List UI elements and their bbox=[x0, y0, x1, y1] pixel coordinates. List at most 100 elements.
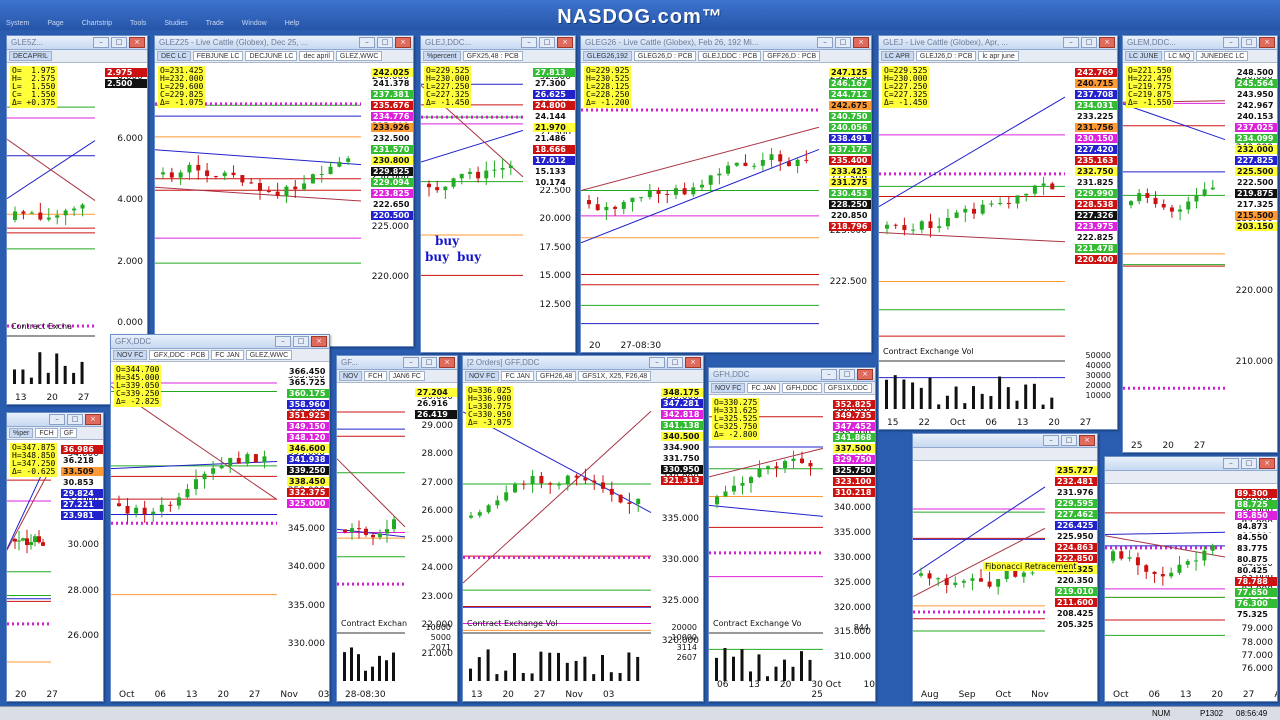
chart-tab[interactable]: JAN6 FC bbox=[388, 371, 425, 381]
chart-tab[interactable]: GLEJ26,D : PCB bbox=[915, 51, 977, 61]
maximize-button[interactable]: □ bbox=[67, 414, 83, 425]
maximize-button[interactable]: □ bbox=[835, 37, 851, 48]
chart-tab[interactable]: LC JUNE bbox=[1125, 51, 1163, 61]
chart-window-gfh[interactable]: GFH,DDC – □ × NOV FC FC JAN GFH,DDC GFS1X,DDC O=… bbox=[708, 367, 876, 702]
minimize-button[interactable]: – bbox=[403, 357, 419, 368]
chart-window-gff[interactable]: [2 Orders] GFF,DDC – □ × NOV FC FC JAN GFH26,4… bbox=[462, 355, 704, 702]
minimize-button[interactable]: – bbox=[359, 37, 375, 48]
chart-tab[interactable]: GFX25,48 : PCB bbox=[462, 51, 523, 61]
chart-tab[interactable]: NOV bbox=[339, 371, 363, 381]
candle-body bbox=[760, 160, 765, 166]
minimize-button[interactable]: – bbox=[1223, 458, 1239, 469]
chart-window-gfx[interactable]: GFX,DDC – □ × NOV FC GFX,DDC : PCB FC JAN GLEZ,… bbox=[110, 334, 330, 702]
minimize-button[interactable]: – bbox=[49, 414, 65, 425]
maximize-button[interactable]: □ bbox=[111, 37, 127, 48]
chart-tab[interactable]: GFX,DDC : PCB bbox=[149, 350, 210, 360]
chart-tab[interactable]: GFS1X,DDC bbox=[823, 383, 872, 393]
chart-tab[interactable]: FCH bbox=[364, 371, 387, 381]
chart-window-fch-89[interactable]: –□× 89.00088.00087.00086.00085.00084.0008… bbox=[1104, 456, 1278, 702]
minimize-button[interactable]: – bbox=[1063, 37, 1079, 48]
chart-tab[interactable]: GLEZ,WWC bbox=[335, 51, 383, 61]
chart-tab[interactable]: GFH,DDC bbox=[781, 383, 822, 393]
menu-item-page[interactable]: Page bbox=[47, 20, 63, 30]
candle-body bbox=[249, 182, 254, 184]
maximize-button[interactable]: □ bbox=[421, 357, 437, 368]
close-button[interactable]: × bbox=[685, 357, 701, 368]
chart-window-gleg26[interactable]: GLEG26 - Live Cattle (Globex), Feb 26, 1… bbox=[580, 35, 872, 353]
minimize-button[interactable]: – bbox=[649, 357, 665, 368]
chart-tab[interactable]: GFF26,D : PCB bbox=[763, 51, 821, 61]
chart-tab[interactable]: FCH bbox=[35, 428, 58, 438]
menu-item-help[interactable]: Help bbox=[285, 20, 299, 30]
chart-window-glem[interactable]: GLEM,DDC... – □ × LC JUNE LC MQ JUNEDEC LC O=22… bbox=[1122, 35, 1278, 453]
chart-window-glez25[interactable]: GLEZ25 - Live Cattle (Globex), Dec 25, .… bbox=[154, 35, 414, 347]
maximize-button[interactable]: □ bbox=[1241, 458, 1257, 469]
chart-tab[interactable]: NOV FC bbox=[465, 371, 500, 381]
chart-tab[interactable]: %per bbox=[9, 428, 34, 438]
chart-tab[interactable]: GLEG26,D : PCB bbox=[633, 51, 697, 61]
chart-tab[interactable]: LC APR bbox=[881, 51, 914, 61]
minimize-button[interactable]: – bbox=[817, 37, 833, 48]
close-button[interactable]: × bbox=[439, 357, 455, 368]
chart-tab[interactable]: DECAPRIL bbox=[9, 51, 53, 61]
chart-window-gf-jan6[interactable]: GF... – □ × NOV FCH JAN6 FC 30.000 29.000 28.000 2… bbox=[336, 355, 458, 702]
chart-tab[interactable]: GLEZ,WWC bbox=[245, 350, 293, 360]
minimize-button[interactable]: – bbox=[821, 369, 837, 380]
maximize-button[interactable]: □ bbox=[539, 37, 555, 48]
chart-tab[interactable]: lc apr june bbox=[978, 51, 1019, 61]
price-level-label: 238.491 bbox=[829, 134, 871, 143]
chart-tab[interactable]: GLEG26,192 bbox=[583, 51, 632, 61]
price-level-label: 237.025 bbox=[1235, 123, 1277, 132]
minimize-button[interactable]: – bbox=[1043, 435, 1059, 446]
maximize-button[interactable]: □ bbox=[1081, 37, 1097, 48]
close-button[interactable]: × bbox=[1099, 37, 1115, 48]
maximize-button[interactable]: □ bbox=[1241, 37, 1257, 48]
menu-item-chartstrip[interactable]: Chartstrip bbox=[82, 20, 112, 30]
menu-item-studies[interactable]: Studies bbox=[164, 20, 187, 30]
chart-tab[interactable]: NOV FC bbox=[711, 383, 746, 393]
close-button[interactable]: × bbox=[1079, 435, 1095, 446]
menu-item-window[interactable]: Window bbox=[242, 20, 267, 30]
chart-window-fch-percent[interactable]: – □ × %per FCH GF O=347.875 H=348.850 L=347.250 Δ… bbox=[6, 412, 104, 702]
maximize-button[interactable]: □ bbox=[839, 369, 855, 380]
chart-tab[interactable]: DEC LC bbox=[157, 51, 191, 61]
minimize-button[interactable]: – bbox=[275, 336, 291, 347]
chart-tab[interactable]: GLEJ,DDC : PCB bbox=[698, 51, 762, 61]
close-button[interactable]: × bbox=[853, 37, 869, 48]
close-button[interactable]: × bbox=[85, 414, 101, 425]
chart-tab[interactable]: JUNEDEC LC bbox=[1196, 51, 1249, 61]
minimize-button[interactable]: – bbox=[93, 37, 109, 48]
menu-item-system[interactable]: System bbox=[6, 20, 29, 30]
maximize-button[interactable]: □ bbox=[293, 336, 309, 347]
chart-tab[interactable]: NOV FC bbox=[113, 350, 148, 360]
close-button[interactable]: × bbox=[557, 37, 573, 48]
chart-tab[interactable]: FC JAN bbox=[211, 350, 244, 360]
maximize-button[interactable]: □ bbox=[377, 37, 393, 48]
chart-window-glej-apr[interactable]: GLEJ - Live Cattle (Globex), Apr, ... – □ ×… bbox=[878, 35, 1118, 430]
chart-tab[interactable]: GF bbox=[59, 428, 78, 438]
chart-window-glej-percent[interactable]: GLEJ,DDC... – □ × %percent GFX25,48 : PCB O=22… bbox=[420, 35, 576, 353]
chart-tab[interactable]: FEBJUNE LC bbox=[192, 51, 244, 61]
price-level-label: 83.775 bbox=[1235, 544, 1277, 553]
menu-item-tools[interactable]: Tools bbox=[130, 20, 146, 30]
chart-tab[interactable]: DECJUNE LC bbox=[245, 51, 298, 61]
close-button[interactable]: × bbox=[1259, 458, 1275, 469]
close-button[interactable]: × bbox=[129, 37, 145, 48]
close-button[interactable]: × bbox=[395, 37, 411, 48]
minimize-button[interactable]: – bbox=[1223, 37, 1239, 48]
menu-item-trade[interactable]: Trade bbox=[206, 20, 224, 30]
chart-tab[interactable]: GFH26,48 bbox=[535, 371, 577, 381]
chart-tab[interactable]: dec april bbox=[299, 51, 334, 61]
minimize-button[interactable]: – bbox=[521, 37, 537, 48]
maximize-button[interactable]: □ bbox=[1061, 435, 1077, 446]
maximize-button[interactable]: □ bbox=[667, 357, 683, 368]
close-button[interactable]: × bbox=[311, 336, 327, 347]
chart-tab[interactable]: FC JAN bbox=[747, 383, 780, 393]
close-button[interactable]: × bbox=[857, 369, 873, 380]
chart-window-fibonacci[interactable]: – □ × 235.727 232.481 231.976 229.595 227.462 22… bbox=[912, 433, 1098, 702]
chart-tab[interactable]: %percent bbox=[423, 51, 461, 61]
chart-tab[interactable]: GFS1X, X25, F26,48 bbox=[578, 371, 652, 381]
chart-tab[interactable]: LC MQ bbox=[1164, 51, 1195, 61]
chart-tab[interactable]: FC JAN bbox=[501, 371, 534, 381]
close-button[interactable]: × bbox=[1259, 37, 1275, 48]
